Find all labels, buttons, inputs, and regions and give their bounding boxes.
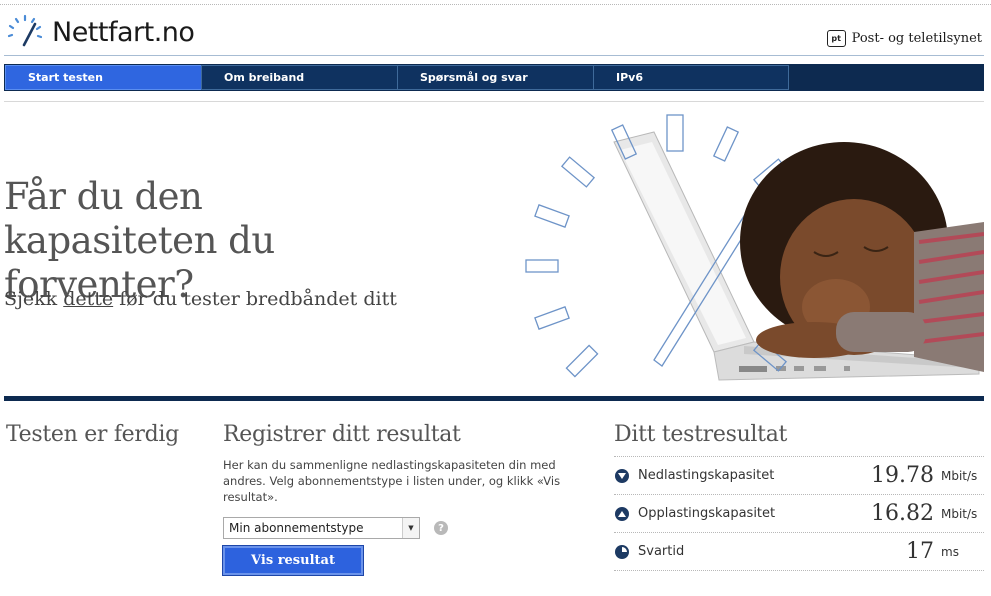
top-divider — [0, 4, 991, 5]
logo-text: Nettfart.no — [52, 16, 195, 48]
register-section: Registrer ditt resultat Her kan du samme… — [222, 422, 573, 576]
header-divider — [4, 55, 984, 56]
nav-item-sporsmal-og-svar[interactable]: Spørsmål og svar — [397, 65, 593, 90]
results-title: Ditt testresultat — [614, 422, 788, 447]
result-unit: Mbit/s — [941, 468, 978, 483]
subscription-select-row: Min abonnementstype ▼ ? — [223, 517, 573, 539]
result-label: Nedlastingskapasitet — [638, 468, 775, 483]
hero-subtitle-prefix: Sjekk — [4, 288, 58, 310]
hero-subtitle: Sjekk dette før du tester bredbåndet dit… — [4, 288, 397, 310]
download-icon — [615, 468, 629, 483]
show-result-button[interactable]: Vis resultat — [222, 545, 364, 576]
clock-icon — [615, 544, 629, 559]
partner-logo[interactable]: pt Post- og teletilsynet — [826, 30, 982, 47]
result-label: Opplastingskapasitet — [638, 506, 776, 521]
hero-illustration — [525, 114, 984, 381]
status-title: Testen er ferdig — [6, 422, 179, 447]
help-icon[interactable]: ? — [434, 521, 448, 535]
speedometer-icon — [7, 14, 42, 47]
result-row-latency: Svartid 17 ms — [614, 533, 984, 571]
hero-subtitle-suffix: før du tester bredbåndet ditt — [119, 288, 397, 310]
nav-item-ipv6[interactable]: IPv6 — [593, 65, 789, 90]
status-section: Testen er ferdig — [6, 422, 179, 447]
hero-subtitle-link[interactable]: dette — [63, 288, 113, 310]
site-logo[interactable]: Nettfart.no — [4, 14, 195, 50]
result-row-download: Nedlastingskapasitet 19.78 Mbit/s — [614, 457, 984, 495]
dropdown-arrow-icon: ▼ — [402, 518, 419, 538]
subscription-select-value: Min abonnementstype — [229, 521, 364, 535]
upload-icon — [615, 506, 629, 521]
hero-banner: Får du den kapasiteten du forventer? Sje… — [4, 102, 984, 392]
partner-name: Post- og teletilsynet — [851, 31, 982, 46]
result-label: Svartid — [638, 544, 685, 559]
register-title: Registrer ditt resultat — [223, 422, 461, 447]
section-divider — [4, 396, 984, 401]
result-value: 17 — [906, 539, 934, 564]
result-value: 16.82 — [871, 501, 934, 526]
results-section: Ditt testresultat Nedlastingskapasitet 1… — [614, 422, 984, 571]
nav-item-start-testen[interactable]: Start testen — [5, 65, 201, 90]
result-row-upload: Opplastingskapasitet 16.82 Mbit/s — [614, 495, 984, 533]
result-unit: Mbit/s — [941, 506, 978, 521]
sleeping-child-icon — [740, 142, 984, 372]
nav-item-om-breiband[interactable]: Om breiband — [201, 65, 397, 90]
subscription-type-select[interactable]: Min abonnementstype ▼ — [223, 517, 420, 539]
result-unit: ms — [941, 544, 959, 559]
main-nav: Start testen Om breiband Spørsmål og sva… — [4, 64, 984, 91]
results-list: Nedlastingskapasitet 19.78 Mbit/s Opplas… — [614, 456, 984, 571]
register-description: Her kan du sammenligne nedlastingskapasi… — [223, 458, 561, 504]
pt-badge-icon: pt — [826, 30, 846, 47]
result-value: 19.78 — [871, 463, 934, 488]
